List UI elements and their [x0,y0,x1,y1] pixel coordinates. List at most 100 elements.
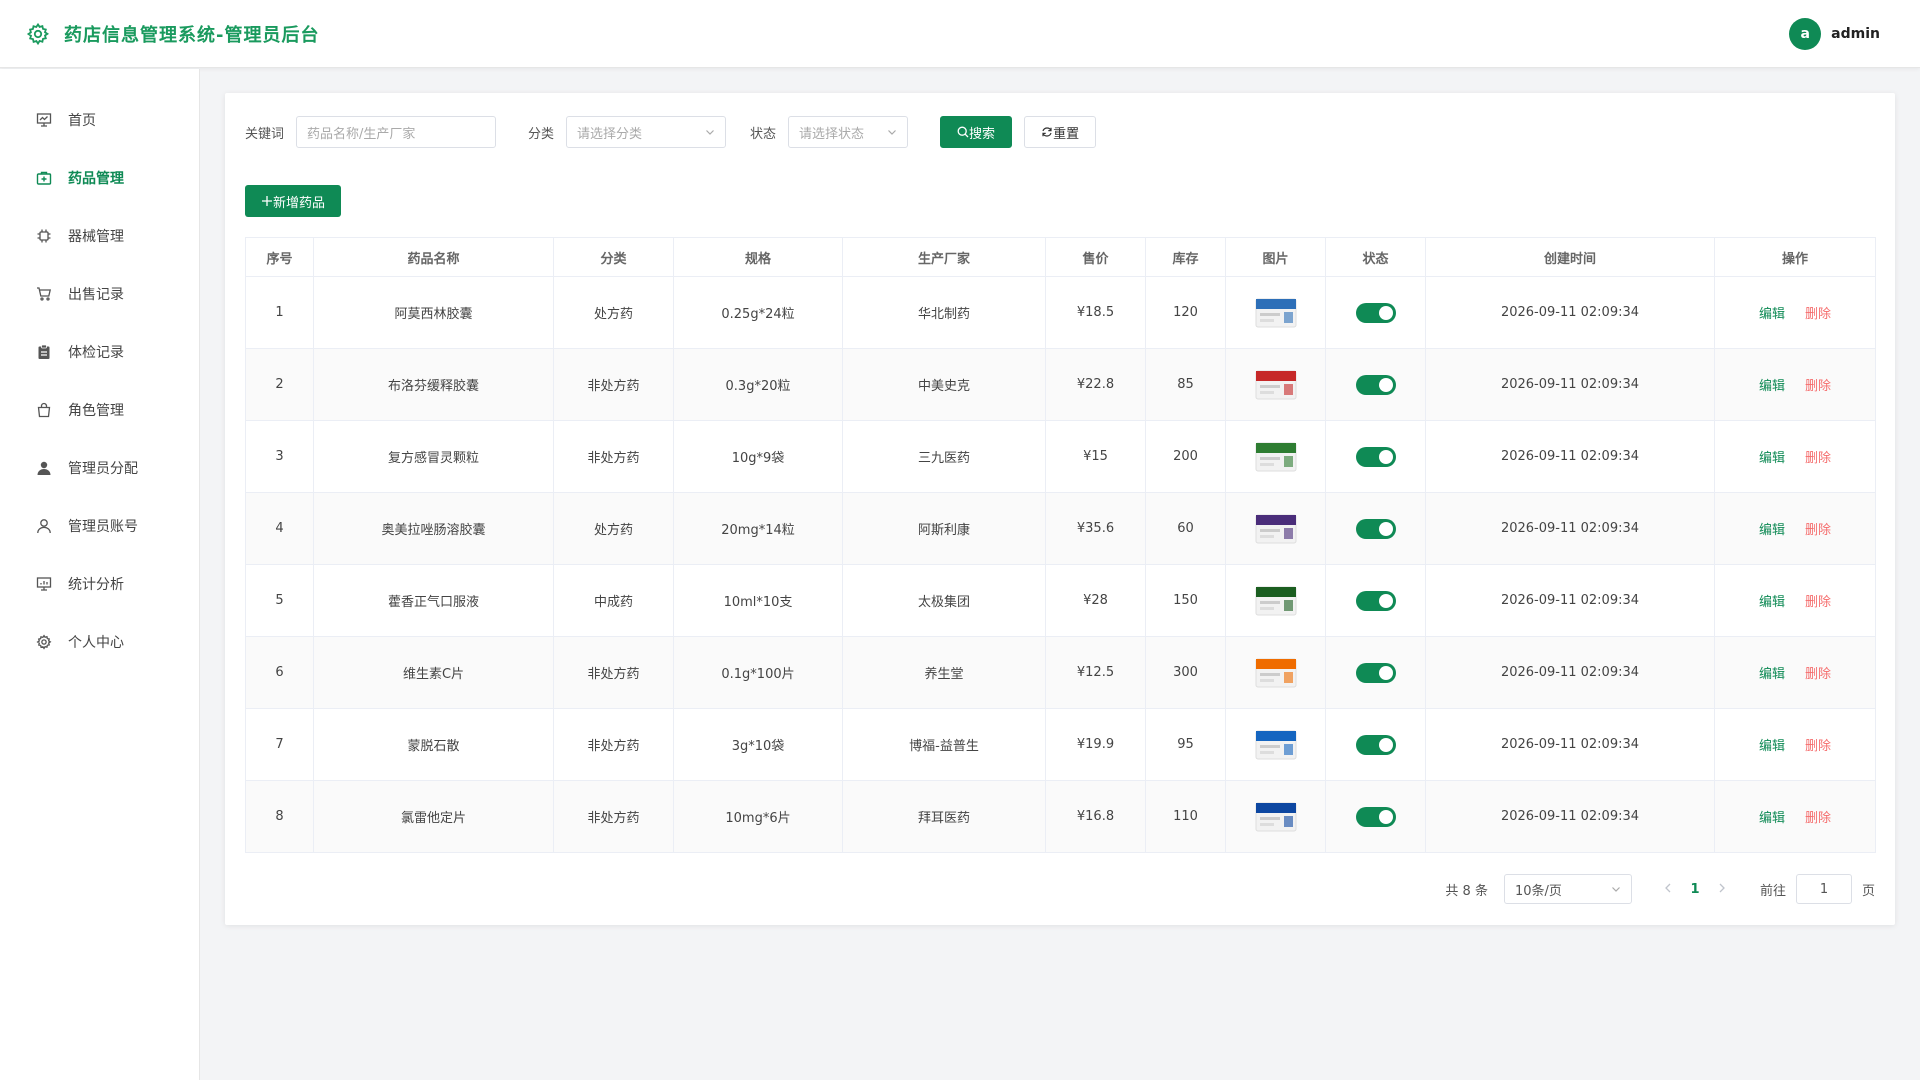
medicine-image[interactable] [1254,435,1298,479]
username[interactable]: admin [1831,26,1880,42]
status-toggle[interactable] [1355,518,1396,539]
delete-button[interactable]: 删除 [1805,451,1831,466]
page-size-value: 10条/页 [1514,883,1562,899]
cell-image [1225,276,1326,349]
search-icon [957,126,969,138]
edit-button[interactable]: 编辑 [1759,595,1785,610]
keyword-label: 关键词 [245,126,285,142]
cell-status [1325,708,1426,781]
edit-button[interactable]: 编辑 [1759,523,1785,538]
cell-spec: 3g*10袋 [673,708,843,781]
cell-maker: 华北制药 [842,276,1046,349]
column-header: 售价 [1045,237,1146,277]
cell-stock: 200 [1145,420,1226,493]
medicine-image[interactable] [1254,363,1298,407]
goto-label: 前往 [1759,883,1786,899]
cell-category: 中成药 [553,564,674,637]
prev-page-button[interactable] [1656,882,1680,897]
cell-category: 非处方药 [553,636,674,709]
status-label: 状态 [750,126,777,142]
page-size-select[interactable]: 10条/页 [1503,874,1632,904]
status-toggle[interactable] [1355,734,1396,755]
status-toggle[interactable] [1355,806,1396,827]
sidebar-item-sales[interactable]: 出售记录 [0,265,199,323]
column-header: 生产厂家 [842,237,1046,277]
sidebar-item-admin-assign[interactable]: 管理员分配 [0,439,199,497]
status-toggle[interactable] [1355,302,1396,323]
cell-status [1325,276,1426,349]
chart-icon [36,576,52,592]
cell-no: 7 [245,708,314,781]
delete-button[interactable]: 删除 [1805,523,1831,538]
sidebar-item-admin-account[interactable]: 管理员账号 [0,497,199,555]
cell-stock: 150 [1145,564,1226,637]
medicine-image[interactable] [1254,507,1298,551]
avatar[interactable]: a [1789,18,1822,50]
status-toggle[interactable] [1355,590,1396,611]
delete-button[interactable]: 删除 [1805,307,1831,322]
user-menu[interactable]: a admin [1789,18,1880,50]
chevron-right-icon [1719,883,1725,892]
cell-stock: 120 [1145,276,1226,349]
cell-category: 非处方药 [553,348,674,421]
status-select[interactable]: 请选择状态 [788,116,909,148]
page-number-current[interactable]: 1 [1680,882,1710,897]
edit-button[interactable]: 编辑 [1759,811,1785,826]
sidebar-item-label: 统计分析 [68,577,124,593]
keyword-input[interactable]: 药品名称/生产厂家 [296,116,497,148]
column-header: 库存 [1145,237,1226,277]
cell-image [1225,564,1326,637]
goto-page-value: 1 [1819,881,1829,897]
edit-button[interactable]: 编辑 [1759,667,1785,682]
edit-button[interactable]: 编辑 [1759,307,1785,322]
medicine-image[interactable] [1254,291,1298,335]
medicine-image[interactable] [1254,723,1298,767]
sidebar-item-checkup[interactable]: 体检记录 [0,323,199,381]
status-toggle[interactable] [1355,374,1396,395]
cell-stock: 60 [1145,492,1226,565]
medicine-image[interactable] [1254,795,1298,839]
search-button[interactable]: 搜索 [940,116,1013,148]
sidebar-item-label: 角色管理 [68,403,124,419]
goto-page-input[interactable]: 1 [1795,874,1852,904]
sidebar-item-statistics[interactable]: 统计分析 [0,555,199,613]
category-select[interactable]: 请选择分类 [566,116,727,148]
cell-actions: 编辑 删除 [1714,420,1876,493]
table-body: 1 阿莫西林胶囊 处方药 0.25g*24粒 华北制药 ¥18.5 120 2026-09-1… [245,276,1876,853]
edit-button[interactable]: 编辑 [1759,739,1785,754]
filter-bar: 关键词 药品名称/生产厂家 分类 请选择分类 状态 请选择状态 搜索 重置 [245,115,1097,149]
sidebar-item-device[interactable]: 器械管理 [0,207,199,265]
edit-button[interactable]: 编辑 [1759,451,1785,466]
column-header: 序号 [245,237,314,277]
cell-spec: 10g*9袋 [673,420,843,493]
cell-actions: 编辑 删除 [1714,348,1876,421]
medicine-image[interactable] [1254,651,1298,695]
cell-status [1325,348,1426,421]
add-medicine-button[interactable]: 新增药品 [245,185,342,217]
medicine-table: 序号 药品名称 分类 规格 生产厂家 售价 库存 图片 状态 创建时间 操作 1… [245,237,1876,853]
sidebar-item-profile[interactable]: 个人中心 [0,613,199,671]
sidebar-item-medicine[interactable]: 药品管理 [0,149,199,207]
delete-button[interactable]: 删除 [1805,595,1831,610]
edit-button[interactable]: 编辑 [1759,379,1785,394]
cell-maker: 太极集团 [842,564,1046,637]
cell-image [1225,636,1326,709]
next-page-button[interactable] [1710,882,1734,897]
delete-button[interactable]: 删除 [1805,739,1831,754]
cell-maker: 拜耳医药 [842,780,1046,853]
cell-created: 2026-09-11 02:09:34 [1425,564,1715,637]
delete-button[interactable]: 删除 [1805,667,1831,682]
table-row: 5 藿香正气口服液 中成药 10ml*10支 太极集团 ¥28 150 2026-09-11 … [245,564,1876,637]
status-toggle[interactable] [1355,662,1396,683]
column-header: 创建时间 [1425,237,1715,277]
sidebar-item-home[interactable]: 首页 [0,91,199,149]
status-toggle[interactable] [1355,446,1396,467]
cell-status [1325,780,1426,853]
cell-category: 处方药 [553,276,674,349]
reset-button[interactable]: 重置 [1024,116,1097,148]
delete-button[interactable]: 删除 [1805,379,1831,394]
medicine-image[interactable] [1254,579,1298,623]
sidebar-item-label: 首页 [68,113,96,129]
delete-button[interactable]: 删除 [1805,811,1831,826]
sidebar-item-roles[interactable]: 角色管理 [0,381,199,439]
